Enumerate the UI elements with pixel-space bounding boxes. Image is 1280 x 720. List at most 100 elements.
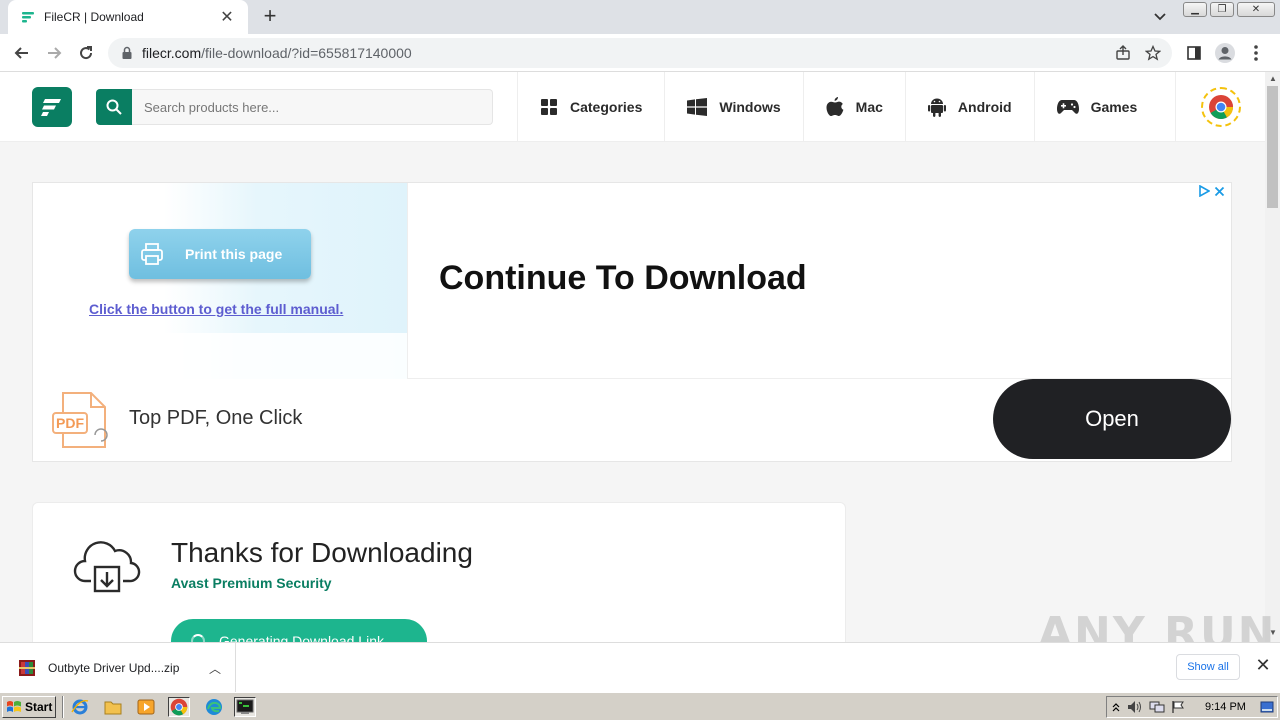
- close-window-button[interactable]: ✕: [1237, 2, 1275, 17]
- browser-toolbar: filecr.com/file-download/?id=65581714000…: [0, 34, 1280, 72]
- ad-choices[interactable]: [1198, 185, 1225, 197]
- nav-games[interactable]: Games: [1033, 72, 1160, 142]
- full-manual-link[interactable]: Click the button to get the full manual.: [89, 301, 343, 317]
- volume-icon[interactable]: [1127, 700, 1143, 714]
- thanks-heading: Thanks for Downloading: [171, 537, 473, 568]
- share-icon[interactable]: [1112, 42, 1134, 64]
- scroll-up-arrow-icon[interactable]: ▲: [1269, 74, 1277, 83]
- page-scrollbar[interactable]: ▲ ▼: [1265, 72, 1280, 642]
- browser-tab[interactable]: FileCR | Download ✕: [8, 0, 248, 34]
- adchoices-play-icon[interactable]: [1198, 185, 1210, 197]
- nav-games-label: Games: [1090, 99, 1138, 115]
- back-arrow-icon: [14, 47, 28, 59]
- tab-close-icon[interactable]: ✕: [218, 7, 236, 27]
- action-center-flag-icon[interactable]: [1171, 700, 1185, 714]
- new-tab-button[interactable]: +: [258, 4, 282, 28]
- lock-icon: [122, 46, 132, 59]
- show-all-downloads-button[interactable]: Show all: [1176, 654, 1240, 680]
- start-button[interactable]: Start: [2, 696, 56, 718]
- internet-explorer-icon[interactable]: [69, 697, 91, 717]
- nav-android-label: Android: [957, 99, 1012, 115]
- main-nav: Categories Windows Mac Android Games: [517, 72, 1159, 142]
- window-controls: ▁ ❐ ✕: [1180, 2, 1275, 18]
- loading-spinner-icon: [191, 634, 205, 642]
- forward-arrow-icon: [48, 47, 62, 59]
- ad-bottom-text: Top PDF, One Click: [129, 407, 303, 429]
- pdf-badge-text: PDF: [56, 415, 84, 431]
- nav-categories-label: Categories: [570, 99, 643, 115]
- restore-button[interactable]: ❐: [1210, 2, 1234, 17]
- download-card: Thanks for Downloading Avast Premium Sec…: [32, 502, 846, 642]
- nav-categories[interactable]: Categories: [517, 72, 664, 142]
- product-name[interactable]: Avast Premium Security: [171, 575, 332, 591]
- print-page-label: Print this page: [185, 246, 283, 262]
- side-panel-button[interactable]: [1182, 41, 1206, 65]
- nav-windows-label: Windows: [719, 99, 781, 115]
- site-search: [96, 89, 493, 125]
- ad-top-section: Print this page Click the button to get …: [33, 183, 1231, 379]
- start-label: Start: [25, 700, 53, 714]
- generate-link-label: Generating Download Link: [219, 633, 384, 642]
- address-bar[interactable]: filecr.com/file-download/?id=65581714000…: [108, 38, 1172, 68]
- filecr-favicon-icon: [22, 12, 34, 23]
- ad-close-icon[interactable]: [1214, 186, 1225, 197]
- system-tray: 9:14 PM: [1106, 696, 1278, 718]
- cloud-download-icon: [73, 541, 141, 593]
- search-input[interactable]: [132, 89, 493, 125]
- windows-flag-icon: [7, 701, 21, 712]
- network-icon[interactable]: [1149, 700, 1165, 714]
- printer-icon: [141, 243, 163, 265]
- grid-icon: [541, 99, 557, 115]
- show-all-label: Show all: [1187, 661, 1229, 673]
- tab-search-chevron-icon[interactable]: [1150, 6, 1170, 26]
- edge-icon[interactable]: [203, 697, 225, 717]
- media-player-icon[interactable]: [135, 697, 157, 717]
- show-desktop-icon[interactable]: [1260, 700, 1274, 714]
- profile-avatar-icon: [1215, 43, 1235, 63]
- download-item[interactable]: Outbyte Driver Upd....zip ︿: [0, 643, 236, 693]
- terminal-app-icon[interactable]: [234, 697, 256, 717]
- gamepad-icon: [1056, 100, 1079, 114]
- chevron-up-icon[interactable]: ︿: [195, 660, 235, 677]
- ad-bottom-section[interactable]: PDF Top PDF, One Click Open: [33, 379, 1231, 461]
- filecr-logo[interactable]: [32, 87, 72, 127]
- pdf-app-icon: PDF: [52, 392, 108, 448]
- tray-arrow-icon[interactable]: [1111, 701, 1121, 713]
- nav-android[interactable]: Android: [904, 72, 1034, 142]
- chrome-logo-icon: [1208, 95, 1233, 120]
- bookmark-star-icon[interactable]: [1142, 42, 1164, 64]
- generate-link-button[interactable]: Generating Download Link: [171, 619, 427, 642]
- taskbar-clock[interactable]: 9:14 PM: [1205, 701, 1246, 713]
- reload-icon: [80, 46, 93, 60]
- search-button[interactable]: [96, 89, 132, 125]
- nav-mac-label: Mac: [855, 99, 883, 115]
- filecr-logo-icon: [41, 99, 61, 116]
- ad-open-button[interactable]: Open: [993, 379, 1231, 459]
- chrome-badge-ring: [1200, 87, 1241, 127]
- ad-headline[interactable]: Continue To Download: [439, 259, 807, 298]
- scroll-thumb[interactable]: [1267, 86, 1278, 208]
- kebab-menu-icon: [1254, 45, 1258, 61]
- forward-button[interactable]: [42, 41, 66, 65]
- nav-windows[interactable]: Windows: [664, 72, 802, 142]
- print-page-button[interactable]: Print this page: [129, 229, 311, 279]
- file-explorer-icon[interactable]: [102, 697, 124, 717]
- advertisement[interactable]: Print this page Click the button to get …: [32, 182, 1232, 462]
- ad-image-panel[interactable]: Print this page Click the button to get …: [33, 183, 408, 379]
- minimize-button[interactable]: ▁: [1183, 2, 1207, 17]
- profile-button[interactable]: [1213, 41, 1237, 65]
- chrome-taskbar-icon[interactable]: [168, 697, 190, 717]
- url-text: filecr.com/file-download/?id=65581714000…: [142, 45, 1112, 61]
- reload-button[interactable]: [74, 41, 98, 65]
- back-button[interactable]: [10, 41, 34, 65]
- search-icon: [106, 99, 122, 115]
- url-path: /file-download/?id=655817140000: [201, 45, 412, 61]
- menu-button[interactable]: [1244, 41, 1268, 65]
- tab-title: FileCR | Download: [44, 10, 144, 24]
- chrome-extension-badge[interactable]: [1175, 72, 1265, 142]
- nav-mac[interactable]: Mac: [802, 72, 905, 142]
- android-icon: [927, 98, 946, 117]
- windows-taskbar: Start 9:14 PM: [0, 692, 1280, 720]
- close-shelf-icon[interactable]: ✕: [1253, 655, 1273, 679]
- download-shelf: Outbyte Driver Upd....zip ︿ Show all ✕: [0, 642, 1280, 693]
